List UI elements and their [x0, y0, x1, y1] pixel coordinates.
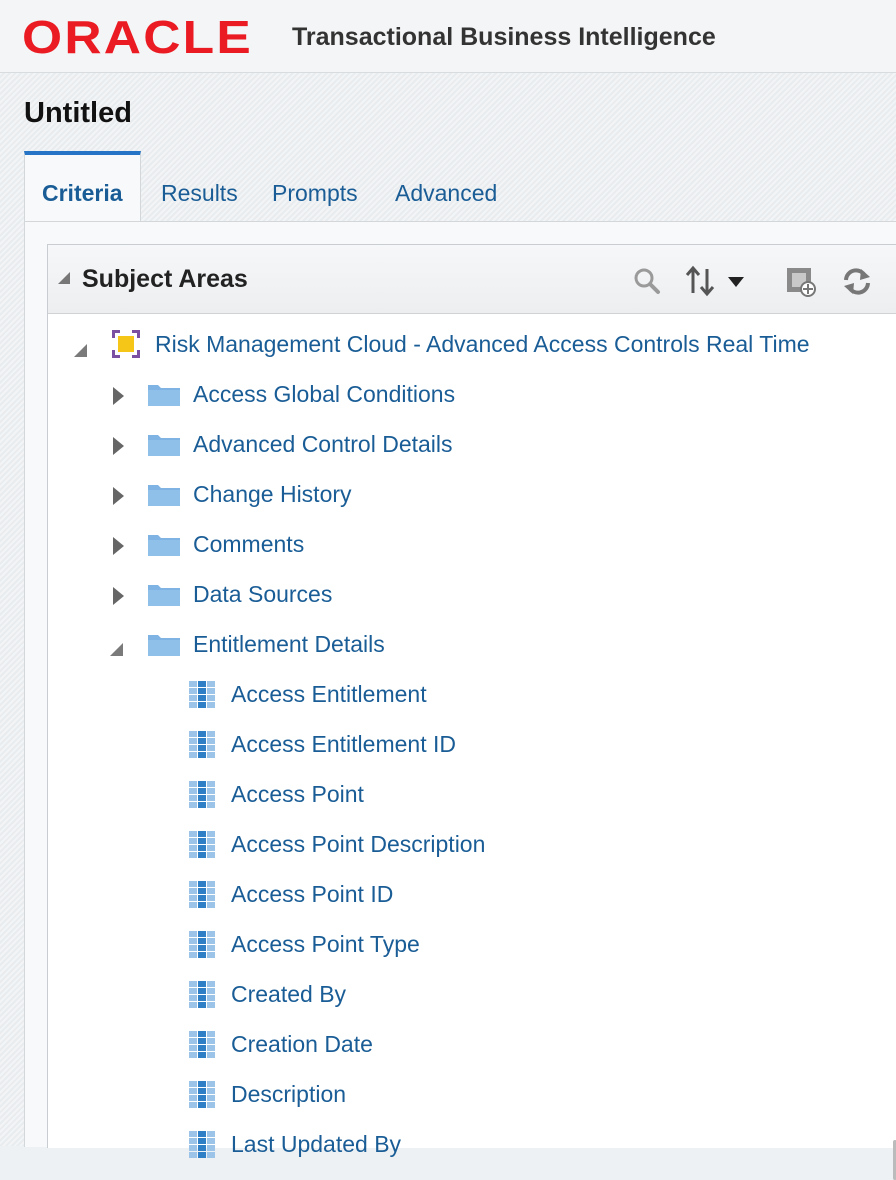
folder-node[interactable]: Change History	[48, 475, 896, 515]
collapse-node-icon[interactable]	[110, 643, 123, 656]
column-label: Access Point Type	[231, 931, 420, 957]
page-title: Untitled	[24, 97, 132, 129]
tab-prompts[interactable]: Prompts	[272, 151, 358, 221]
column-node[interactable]: Access Entitlement ID	[48, 725, 896, 765]
folder-icon	[147, 481, 181, 507]
folder-label: Comments	[193, 531, 305, 557]
folder-icon	[147, 581, 181, 607]
folder-label: Advanced Control Details	[193, 431, 453, 457]
column-icon	[188, 980, 216, 1008]
column-node[interactable]: Access Entitlement	[48, 675, 896, 715]
column-label: Access Entitlement	[231, 681, 427, 707]
column-icon	[188, 880, 216, 908]
column-node[interactable]: Creation Date	[48, 1025, 896, 1065]
column-label: Creation Date	[231, 1031, 373, 1057]
column-icon	[188, 780, 216, 808]
subject-area-icon	[110, 328, 142, 365]
oracle-logo: ORACLE	[22, 11, 253, 63]
folder-node[interactable]: Access Global Conditions	[48, 375, 896, 415]
column-icon	[188, 830, 216, 858]
column-icon	[188, 1130, 216, 1158]
expand-node-icon[interactable]	[113, 537, 124, 555]
page-area: Untitled Criteria Results Prompts Advanc…	[0, 73, 896, 1180]
collapse-node-icon[interactable]	[74, 344, 87, 357]
subject-areas-panel: Subject Areas Risk Management Cloud - Ad…	[47, 244, 896, 1158]
folder-node[interactable]: Entitlement Details	[48, 625, 896, 665]
column-node[interactable]: Last Updated By	[48, 1125, 896, 1165]
expand-node-icon[interactable]	[113, 437, 124, 455]
tab-advanced[interactable]: Advanced	[395, 151, 497, 221]
column-node[interactable]: Access Point Description	[48, 825, 896, 865]
column-icon	[188, 680, 216, 708]
tab-results[interactable]: Results	[161, 151, 238, 221]
refresh-icon[interactable]	[840, 265, 874, 297]
search-icon[interactable]	[631, 265, 665, 297]
folder-icon	[147, 431, 181, 457]
dropdown-icon[interactable]	[724, 265, 748, 297]
column-icon	[188, 1030, 216, 1058]
column-label: Access Point ID	[231, 881, 394, 907]
folder-label: Entitlement Details	[193, 631, 385, 657]
panel-header: Subject Areas	[48, 245, 896, 314]
folder-icon	[147, 381, 181, 407]
subject-area-label: Risk Management Cloud - Advanced Access …	[155, 331, 810, 357]
column-node[interactable]: Created By	[48, 975, 896, 1015]
column-node[interactable]: Description	[48, 1075, 896, 1115]
folder-node[interactable]: Comments	[48, 525, 896, 565]
app-title: Transactional Business Intelligence	[292, 23, 716, 51]
column-node[interactable]: Access Point ID	[48, 875, 896, 915]
folder-label: Access Global Conditions	[193, 381, 456, 407]
column-label: Last Updated By	[231, 1131, 402, 1157]
column-label: Access Entitlement ID	[231, 731, 456, 757]
panel-title: Subject Areas	[82, 265, 248, 293]
column-icon	[188, 730, 216, 758]
column-node[interactable]: Access Point Type	[48, 925, 896, 965]
column-node[interactable]: Access Point	[48, 775, 896, 815]
criteria-content: Subject Areas Risk Management Cloud - Ad…	[24, 221, 896, 1180]
subject-area-node[interactable]: Risk Management Cloud - Advanced Access …	[48, 325, 896, 365]
app-header: ORACLE Transactional Business Intelligen…	[0, 0, 896, 73]
folder-label: Change History	[193, 481, 352, 507]
column-label: Access Point Description	[231, 831, 486, 857]
expand-node-icon[interactable]	[113, 487, 124, 505]
folder-node[interactable]: Data Sources	[48, 575, 896, 615]
column-icon	[188, 1080, 216, 1108]
column-label: Access Point	[231, 781, 364, 807]
column-label: Description	[231, 1081, 347, 1107]
folder-node[interactable]: Advanced Control Details	[48, 425, 896, 465]
folder-icon	[147, 631, 181, 657]
expand-node-icon[interactable]	[113, 387, 124, 405]
tab-criteria[interactable]: Criteria	[24, 151, 141, 222]
add-subject-area-icon[interactable]	[784, 265, 818, 297]
expand-node-icon[interactable]	[113, 587, 124, 605]
folder-icon	[147, 531, 181, 557]
folder-label: Data Sources	[193, 581, 333, 607]
column-icon	[188, 930, 216, 958]
collapse-panel-icon[interactable]	[58, 272, 70, 284]
column-label: Created By	[231, 981, 347, 1007]
sort-icon[interactable]	[684, 265, 718, 297]
